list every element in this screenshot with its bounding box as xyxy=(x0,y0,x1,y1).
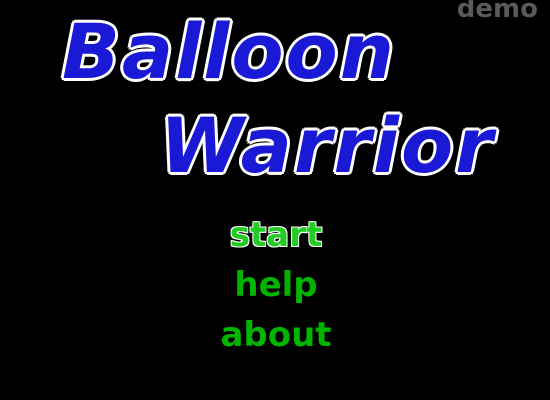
title-screen: demo Balloon Warrior start help about xyxy=(0,0,550,400)
game-title-line-1: Balloon xyxy=(61,7,396,96)
main-menu: start help about xyxy=(0,210,550,360)
demo-badge: demo xyxy=(456,0,538,24)
game-title-line-2: Warrior xyxy=(159,101,495,190)
menu-start-button[interactable]: start xyxy=(229,210,323,260)
menu-about-button[interactable]: about xyxy=(220,310,331,360)
menu-help-button[interactable]: help xyxy=(234,260,317,310)
